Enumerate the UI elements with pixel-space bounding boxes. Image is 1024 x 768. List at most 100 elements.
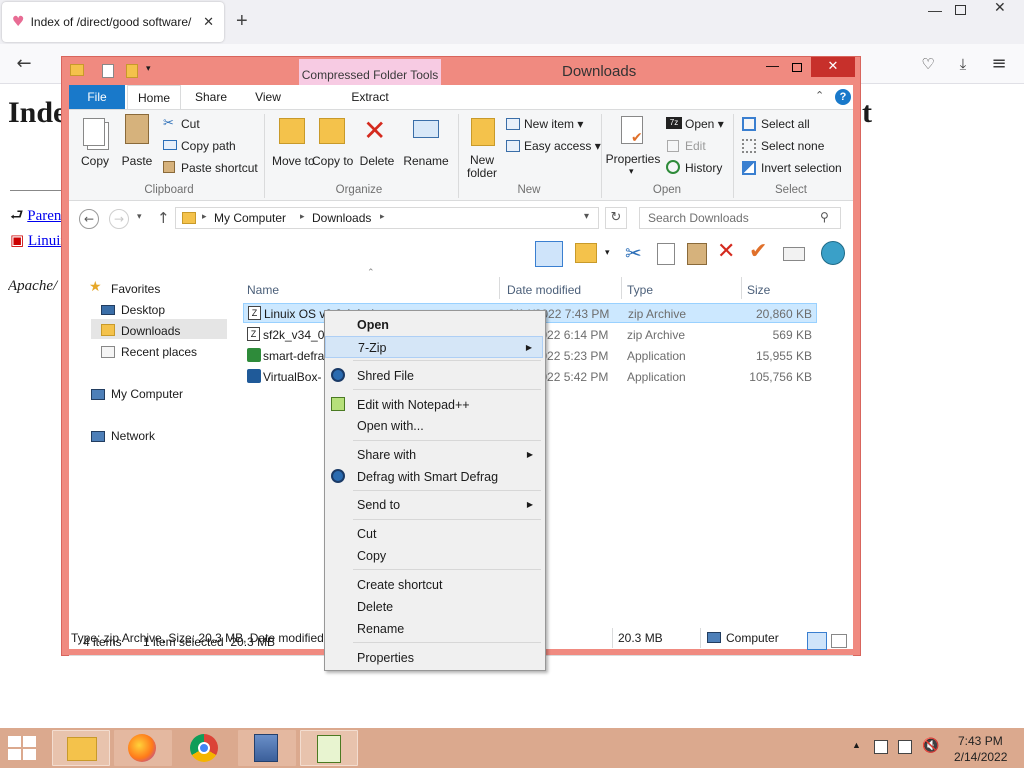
nav-my-computer[interactable]: My Computer [111,387,183,401]
tab-file[interactable]: File [69,85,125,109]
pocket-icon[interactable]: ♡ [916,52,940,76]
toolbar-scissors-icon[interactable]: ✂ [625,241,642,265]
tab-share[interactable]: Share [187,85,235,109]
minimize-icon[interactable]: — [928,2,942,18]
column-size[interactable]: Size [747,283,770,297]
close-window-icon[interactable]: ✕ [994,0,1006,16]
maximize-window-icon[interactable] [792,63,802,72]
edit-button[interactable]: Edit [685,139,706,153]
parent-directory-link[interactable]: ⮐ Parent Directory [10,205,62,230]
copy-to-button[interactable]: Copy to [312,154,353,168]
back-icon[interactable]: ← [12,52,36,76]
menu-delete[interactable]: Delete [325,596,543,618]
menu-copy[interactable]: Copy [325,545,543,567]
menu-shred-file[interactable]: Shred File [325,365,543,387]
menu-defrag[interactable]: Defrag with Smart Defrag [325,466,543,488]
taskbar-firefox[interactable] [114,730,172,766]
copy-path-button[interactable]: Copy path [181,139,236,153]
nav-desktop[interactable]: Desktop [121,303,165,317]
menu-share-with[interactable]: Share with ▶ [325,444,543,466]
toolbar-check-icon[interactable]: ✔ [749,239,767,264]
folder-check-icon[interactable] [575,243,597,263]
invert-selection-button[interactable]: Invert selection [761,161,842,175]
nav-favorites[interactable]: Favorites [111,282,160,296]
menu-properties[interactable]: Properties [325,647,543,669]
start-button[interactable] [8,736,38,760]
clock-date[interactable]: 2/14/2022 [954,750,1007,764]
taskbar-explorer[interactable] [52,730,110,766]
select-all-button[interactable]: Select all [761,117,810,131]
menu-cut[interactable]: Cut [325,523,543,545]
column-date[interactable]: Date modified [507,283,581,297]
search-box[interactable]: Search Downloads ⚲ [639,207,841,229]
nav-forward-icon[interactable]: → [109,209,129,229]
menu-rename[interactable]: Rename [325,618,543,640]
properties-button[interactable]: Properties [605,152,661,166]
toolbar-copy-icon[interactable] [657,243,675,265]
menu-edit-notepad[interactable]: Edit with Notepad++ [325,394,543,416]
file-link[interactable]: ▣ Linuix OS v [10,231,62,250]
minimize-window-icon[interactable]: — [766,58,779,73]
taskbar-winrar[interactable] [238,730,296,766]
recent-locations-icon[interactable]: ▾ [137,211,142,222]
paste-shortcut-button[interactable]: Paste shortcut [181,161,258,175]
easy-access-button[interactable]: Easy access ▾ [524,139,601,153]
large-icons-view-icon[interactable] [831,634,847,648]
toolbar-rename-icon[interactable] [783,247,805,261]
refresh-icon[interactable]: ↻ [605,207,627,229]
tab-home[interactable]: Home [127,85,181,109]
menu-create-shortcut[interactable]: Create shortcut [325,574,543,596]
search-input[interactable]: Search Downloads [648,211,749,225]
new-tab-button[interactable]: + [236,10,248,33]
properties-quick-icon[interactable] [102,64,114,78]
help-icon[interactable]: ? [835,89,851,105]
nav-downloads[interactable]: Downloads [121,324,180,338]
tab-view[interactable]: View [245,85,291,109]
address-bar[interactable]: ▸ My Computer ▸ Downloads ▸ ▾ [175,207,599,229]
maximize-icon[interactable] [955,5,966,15]
open-button[interactable]: Open ▾ [685,117,724,131]
new-folder-quick-icon[interactable] [126,64,138,78]
nav-recent-places[interactable]: Recent places [121,345,197,359]
menu-open[interactable]: Open [325,314,543,336]
details-view-icon[interactable] [807,632,827,650]
toolbar-globe-icon[interactable] [821,241,845,265]
move-to-button[interactable]: Move to [272,154,315,168]
properties-dropdown-icon[interactable]: ▾ [629,166,634,177]
new-item-button[interactable]: New item ▾ [524,117,583,131]
nav-network[interactable]: Network [111,429,155,443]
history-button[interactable]: History [685,161,722,175]
show-hidden-icons[interactable]: ▲ [852,740,861,750]
menu-7zip[interactable]: 7-Zip ▶ [325,336,543,358]
column-name[interactable]: Name [247,283,279,297]
tab-extract[interactable]: Extract [340,85,400,109]
paste-button[interactable]: Paste [119,154,155,168]
address-dropdown-icon[interactable]: ▾ [584,211,589,222]
address-my-computer[interactable]: My Computer [214,211,286,225]
select-none-button[interactable]: Select none [761,139,824,153]
browser-tab[interactable]: ♥ Index of /direct/good software/ ✕ [2,2,224,42]
view-mode-icon[interactable] [535,241,563,267]
close-window-button[interactable]: ✕ [811,57,855,77]
clock-time[interactable]: 7:43 PM [958,734,1003,748]
delete-button[interactable]: Delete [357,154,397,168]
taskbar-chrome[interactable] [176,730,234,766]
toolbar-paste-icon[interactable] [687,243,707,265]
download-icon[interactable]: ⤓ [951,52,975,76]
taskbar-notepad[interactable] [300,730,358,766]
network-tray-icon[interactable] [898,740,912,754]
new-folder-button[interactable]: New folder [461,154,503,180]
column-type[interactable]: Type [627,283,653,297]
menu-send-to[interactable]: Send to ▶ [325,494,543,516]
up-icon[interactable]: ↑ [157,209,170,227]
cut-button[interactable]: Cut [181,117,200,131]
address-downloads[interactable]: Downloads [312,211,371,225]
toolbar-delete-icon[interactable]: ✕ [717,239,735,264]
action-center-icon[interactable] [874,740,888,754]
volume-muted-icon[interactable]: 🔇 [922,738,939,754]
menu-icon[interactable]: ≡ [987,52,1011,76]
menu-open-with[interactable]: Open with... [325,415,543,437]
rename-button[interactable]: Rename [403,154,449,168]
close-tab-icon[interactable]: ✕ [203,15,214,30]
copy-button[interactable]: Copy [77,154,113,168]
